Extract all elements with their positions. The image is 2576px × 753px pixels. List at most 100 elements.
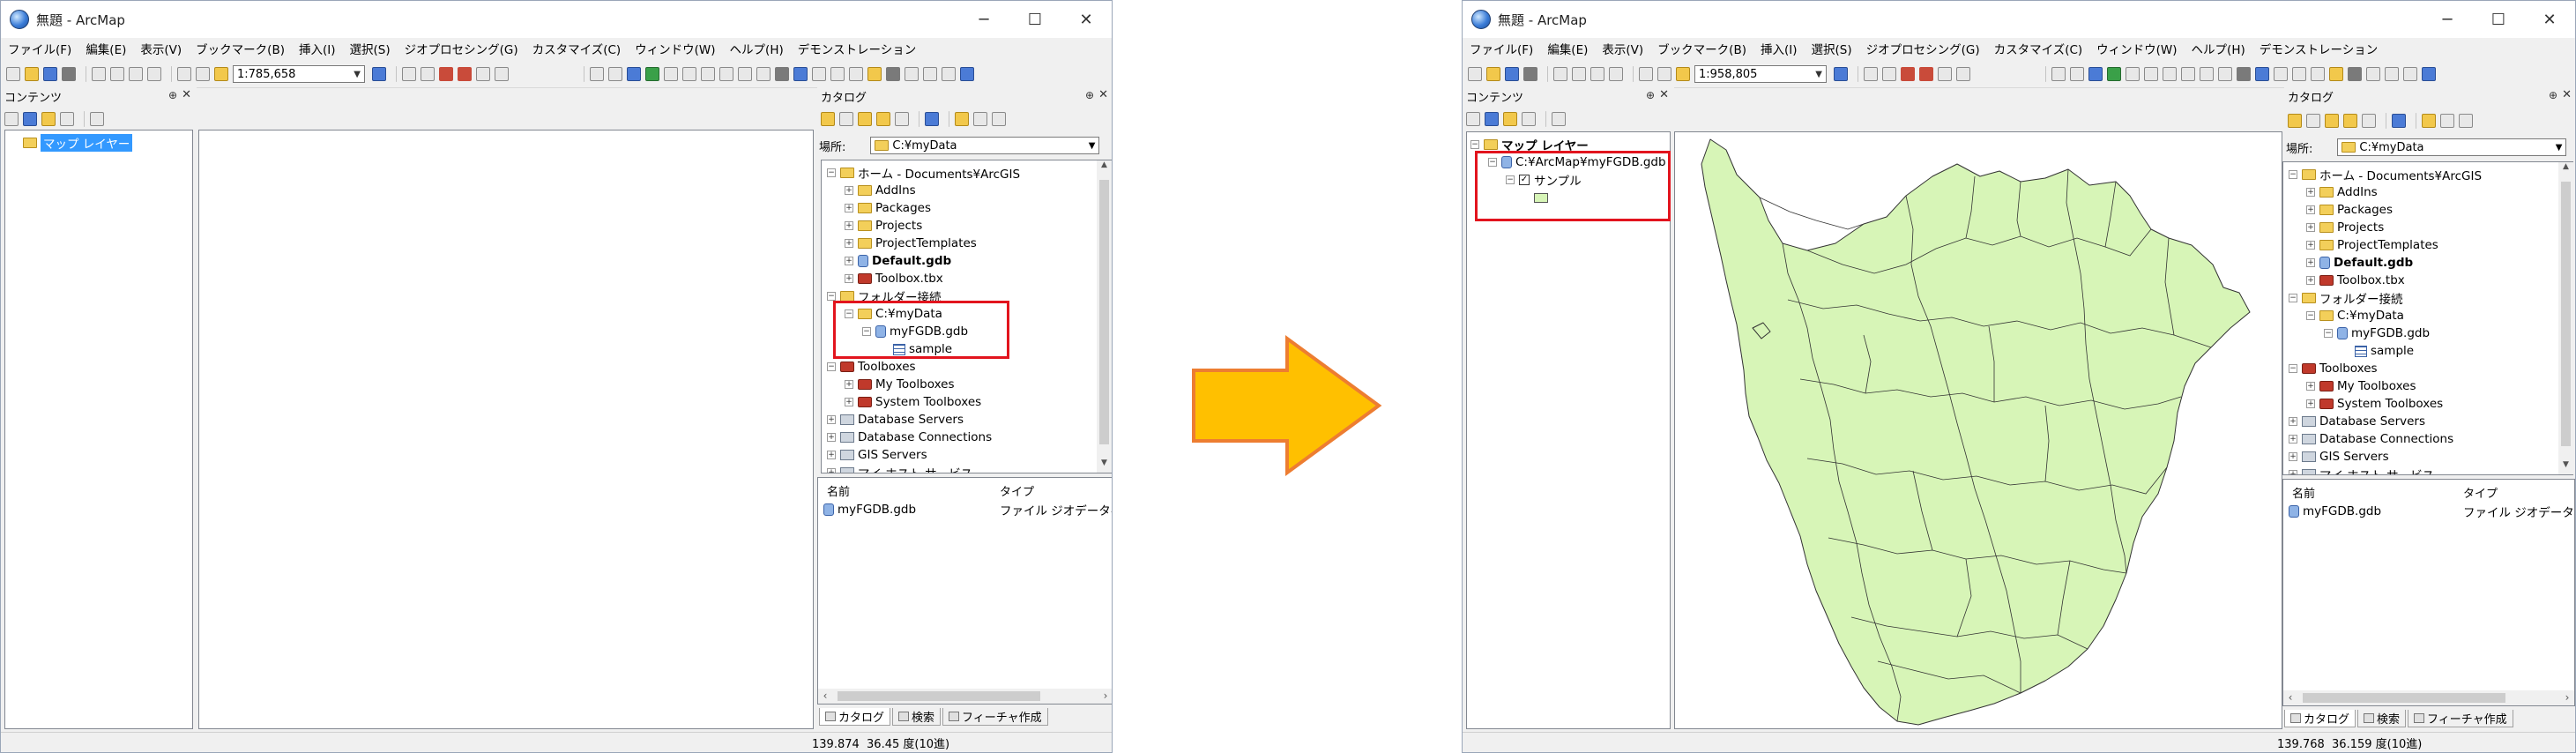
fixed-zoom-out-icon[interactable] [682, 67, 696, 81]
measure-icon[interactable] [2311, 67, 2325, 81]
views-icon[interactable] [925, 112, 939, 126]
pan-icon[interactable] [627, 67, 641, 81]
collapse-icon[interactable]: − [845, 309, 853, 318]
globe-icon[interactable] [2422, 67, 2436, 81]
catalog-tree-item[interactable]: − myFGDB.gdb [862, 323, 968, 340]
close-button[interactable]: ✕ [2524, 1, 2575, 38]
expand-icon[interactable]: + [2306, 382, 2315, 391]
catalog-tree-item[interactable]: + Toolbox.tbx [2306, 272, 2405, 289]
go-to-xy-icon[interactable] [2366, 67, 2380, 81]
minimize-button[interactable]: ─ [2422, 1, 2473, 38]
find-icon[interactable] [2329, 67, 2343, 81]
scroll-left-icon[interactable]: ‹ [2283, 690, 2297, 705]
search-window-icon[interactable] [439, 67, 453, 81]
catalog-tree-item[interactable]: + Database Servers [827, 411, 964, 429]
catalog-tree-item[interactable]: +sample [2341, 342, 2414, 360]
catalog-tree-item[interactable]: + マイ ホスト サービス [827, 464, 972, 473]
delete-icon[interactable] [1609, 67, 1623, 81]
editor-toolbar-icon[interactable] [372, 67, 386, 81]
create-viewer-icon[interactable] [2403, 67, 2417, 81]
delete-icon[interactable] [147, 67, 161, 81]
connect-folder-icon[interactable] [955, 112, 969, 126]
catalog-tree-item[interactable]: +sample [880, 340, 952, 358]
menu-geoprocessing[interactable]: ジオプロセシング(G) [405, 40, 518, 57]
find-icon[interactable] [867, 67, 882, 81]
collapse-icon[interactable]: − [2289, 170, 2297, 179]
catalog-tree-item[interactable]: + ProjectTemplates [2306, 236, 2438, 254]
collapse-icon[interactable]: − [1488, 158, 1497, 167]
measure-icon[interactable] [849, 67, 863, 81]
views-icon[interactable] [2392, 114, 2406, 128]
expand-icon[interactable]: + [2306, 188, 2315, 197]
menu-customize[interactable]: カスタマイズ(C) [1994, 40, 2083, 57]
scroll-thumb[interactable] [2303, 693, 2505, 703]
column-header-name[interactable]: 名前 [827, 481, 850, 499]
close-button[interactable]: ✕ [1061, 1, 1112, 38]
menu-windows[interactable]: ウィンドウ(W) [635, 40, 715, 57]
catalog-tree-item[interactable]: − ホーム - Documents¥ArcGIS [2289, 166, 2482, 183]
scroll-thumb[interactable] [1099, 180, 1109, 444]
add-data-icon[interactable] [1676, 67, 1690, 81]
menu-file[interactable]: ファイル(F) [8, 40, 71, 57]
options-icon[interactable] [2459, 114, 2473, 128]
expand-icon[interactable]: + [2306, 241, 2315, 250]
expand-icon[interactable]: + [845, 380, 853, 389]
contents-row[interactable]: myFGDB.gdb [2289, 503, 2381, 520]
list-by-selection-icon[interactable] [1522, 112, 1536, 126]
catalog-tree-scrollbar[interactable]: ▲ ▼ [2558, 162, 2573, 474]
select-features-icon[interactable] [2200, 67, 2214, 81]
tab-create-features[interactable]: フィーチャ作成 [2408, 710, 2513, 727]
fixed-zoom-in-icon[interactable] [2126, 67, 2140, 81]
python-window-icon[interactable] [476, 67, 490, 81]
catalog-tree-item[interactable]: + Default.gdb [2306, 254, 2413, 272]
menu-insert[interactable]: 挿入(I) [1761, 40, 1798, 57]
menu-selection[interactable]: 選択(S) [349, 40, 390, 57]
pan-icon[interactable] [2088, 67, 2103, 81]
list-by-source-icon[interactable] [23, 112, 37, 126]
tab-create-features[interactable]: フィーチャ作成 [942, 708, 1048, 726]
expand-icon[interactable]: + [845, 398, 853, 406]
back-extent-icon[interactable] [701, 67, 715, 81]
up-one-level-icon[interactable] [2325, 114, 2339, 128]
column-header-type[interactable]: タイプ [1000, 481, 1034, 499]
catalog-tree-item[interactable]: − フォルダー接続 [827, 287, 942, 305]
catalog-window-icon[interactable] [421, 67, 435, 81]
catalog-tree-item[interactable]: + Packages [845, 199, 931, 217]
expand-icon[interactable]: + [845, 239, 853, 248]
catalog-tree-item[interactable]: + AddIns [845, 182, 916, 199]
zoom-out-icon[interactable] [608, 67, 622, 81]
new-document-icon[interactable] [6, 67, 20, 81]
catalog-tree-item[interactable]: + Projects [2306, 219, 2384, 236]
copy-icon[interactable] [110, 67, 124, 81]
catalog-tree-item[interactable]: + Database Connections [827, 429, 992, 446]
list-by-drawing-order-icon[interactable] [4, 112, 19, 126]
collapse-icon[interactable]: − [2289, 294, 2297, 302]
list-by-selection-icon[interactable] [60, 112, 74, 126]
expand-icon[interactable]: + [845, 257, 853, 265]
maximize-button[interactable]: ☐ [1009, 1, 1061, 38]
arctoolbox-icon[interactable] [458, 67, 472, 81]
catalog-tree-item[interactable]: + Default.gdb [845, 252, 951, 270]
menu-demonstration[interactable]: デモンストレーション [798, 40, 916, 57]
scroll-right-icon[interactable]: › [1098, 689, 1112, 704]
menu-view[interactable]: 表示(V) [140, 40, 182, 57]
catalog-tree-item[interactable]: − myFGDB.gdb [2324, 324, 2430, 342]
expand-icon[interactable]: + [2289, 470, 2297, 474]
menu-help[interactable]: ヘルプ(H) [730, 40, 784, 57]
close-icon[interactable]: ✕ [2562, 88, 2572, 101]
toc-row-layer[interactable]: − ✓ サンプル [1506, 171, 1582, 189]
toggle-contents-icon[interactable] [2440, 114, 2454, 128]
sync-icon[interactable] [2362, 114, 2376, 128]
expand-icon[interactable]: + [845, 186, 853, 195]
tab-catalog[interactable]: カタログ [819, 708, 891, 726]
options-icon[interactable] [992, 112, 1006, 126]
full-extent-icon[interactable] [645, 67, 659, 81]
add-data-icon[interactable] [214, 67, 228, 81]
catalog-tree-scrollbar[interactable]: ▲ ▼ [1097, 160, 1112, 473]
catalog-tree-item[interactable]: + Packages [2306, 201, 2393, 219]
menu-help[interactable]: ヘルプ(H) [2192, 40, 2245, 57]
list-by-drawing-order-icon[interactable] [1466, 112, 1480, 126]
layer-group-label[interactable]: マップ レイヤー [1501, 136, 1589, 153]
back-arrow-icon[interactable] [2288, 114, 2302, 128]
model-builder-icon[interactable] [495, 67, 509, 81]
